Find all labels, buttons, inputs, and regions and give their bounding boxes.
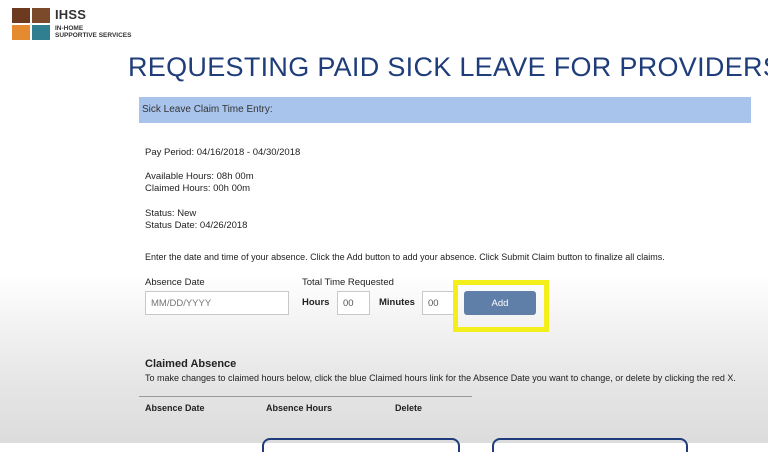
status: Status: New: [145, 208, 197, 219]
col-delete: Delete: [395, 403, 423, 413]
pay-period: Pay Period: 04/16/2018 - 04/30/2018: [145, 147, 301, 158]
available-hours: Available Hours: 08h 00m: [145, 171, 254, 182]
ihss-logo: IHSS IN-HOME SUPPORTIVE SERVICES: [12, 8, 131, 40]
logo-subtitle: IN-HOME SUPPORTIVE SERVICES: [55, 25, 132, 39]
claimed-hours: Claimed Hours: 00h 00m: [145, 183, 251, 194]
page-title: REQUESTING PAID SICK LEAVE FOR PROVIDERS: [128, 52, 768, 82]
hours-label: Hours: [302, 297, 330, 308]
absence-date-label: Absence Date: [145, 277, 205, 288]
form-instructions: Enter the date and time of your absence.…: [145, 252, 665, 262]
hours-input[interactable]: [337, 291, 370, 315]
col-absence-hours: Absence Hours: [266, 403, 333, 413]
total-time-label: Total Time Requested: [302, 277, 394, 288]
logo-name: IHSS: [55, 7, 87, 22]
table-divider: [139, 396, 472, 397]
add-button[interactable]: Add: [464, 291, 536, 315]
minutes-input[interactable]: [422, 291, 455, 315]
partial-button-right[interactable]: [492, 438, 688, 452]
minutes-label: Minutes: [379, 297, 415, 308]
claimed-instructions: To make changes to claimed hours below, …: [145, 373, 736, 383]
status-date: Status Date: 04/26/2018: [145, 220, 248, 231]
claimed-absence-title: Claimed Absence: [145, 358, 237, 370]
col-absence-date: Absence Date: [145, 403, 205, 413]
logo-mark-icon: [12, 8, 50, 40]
form-header: Sick Leave Claim Time Entry:: [139, 97, 751, 123]
partial-button-left[interactable]: [262, 438, 460, 452]
absence-date-input[interactable]: [145, 291, 289, 315]
